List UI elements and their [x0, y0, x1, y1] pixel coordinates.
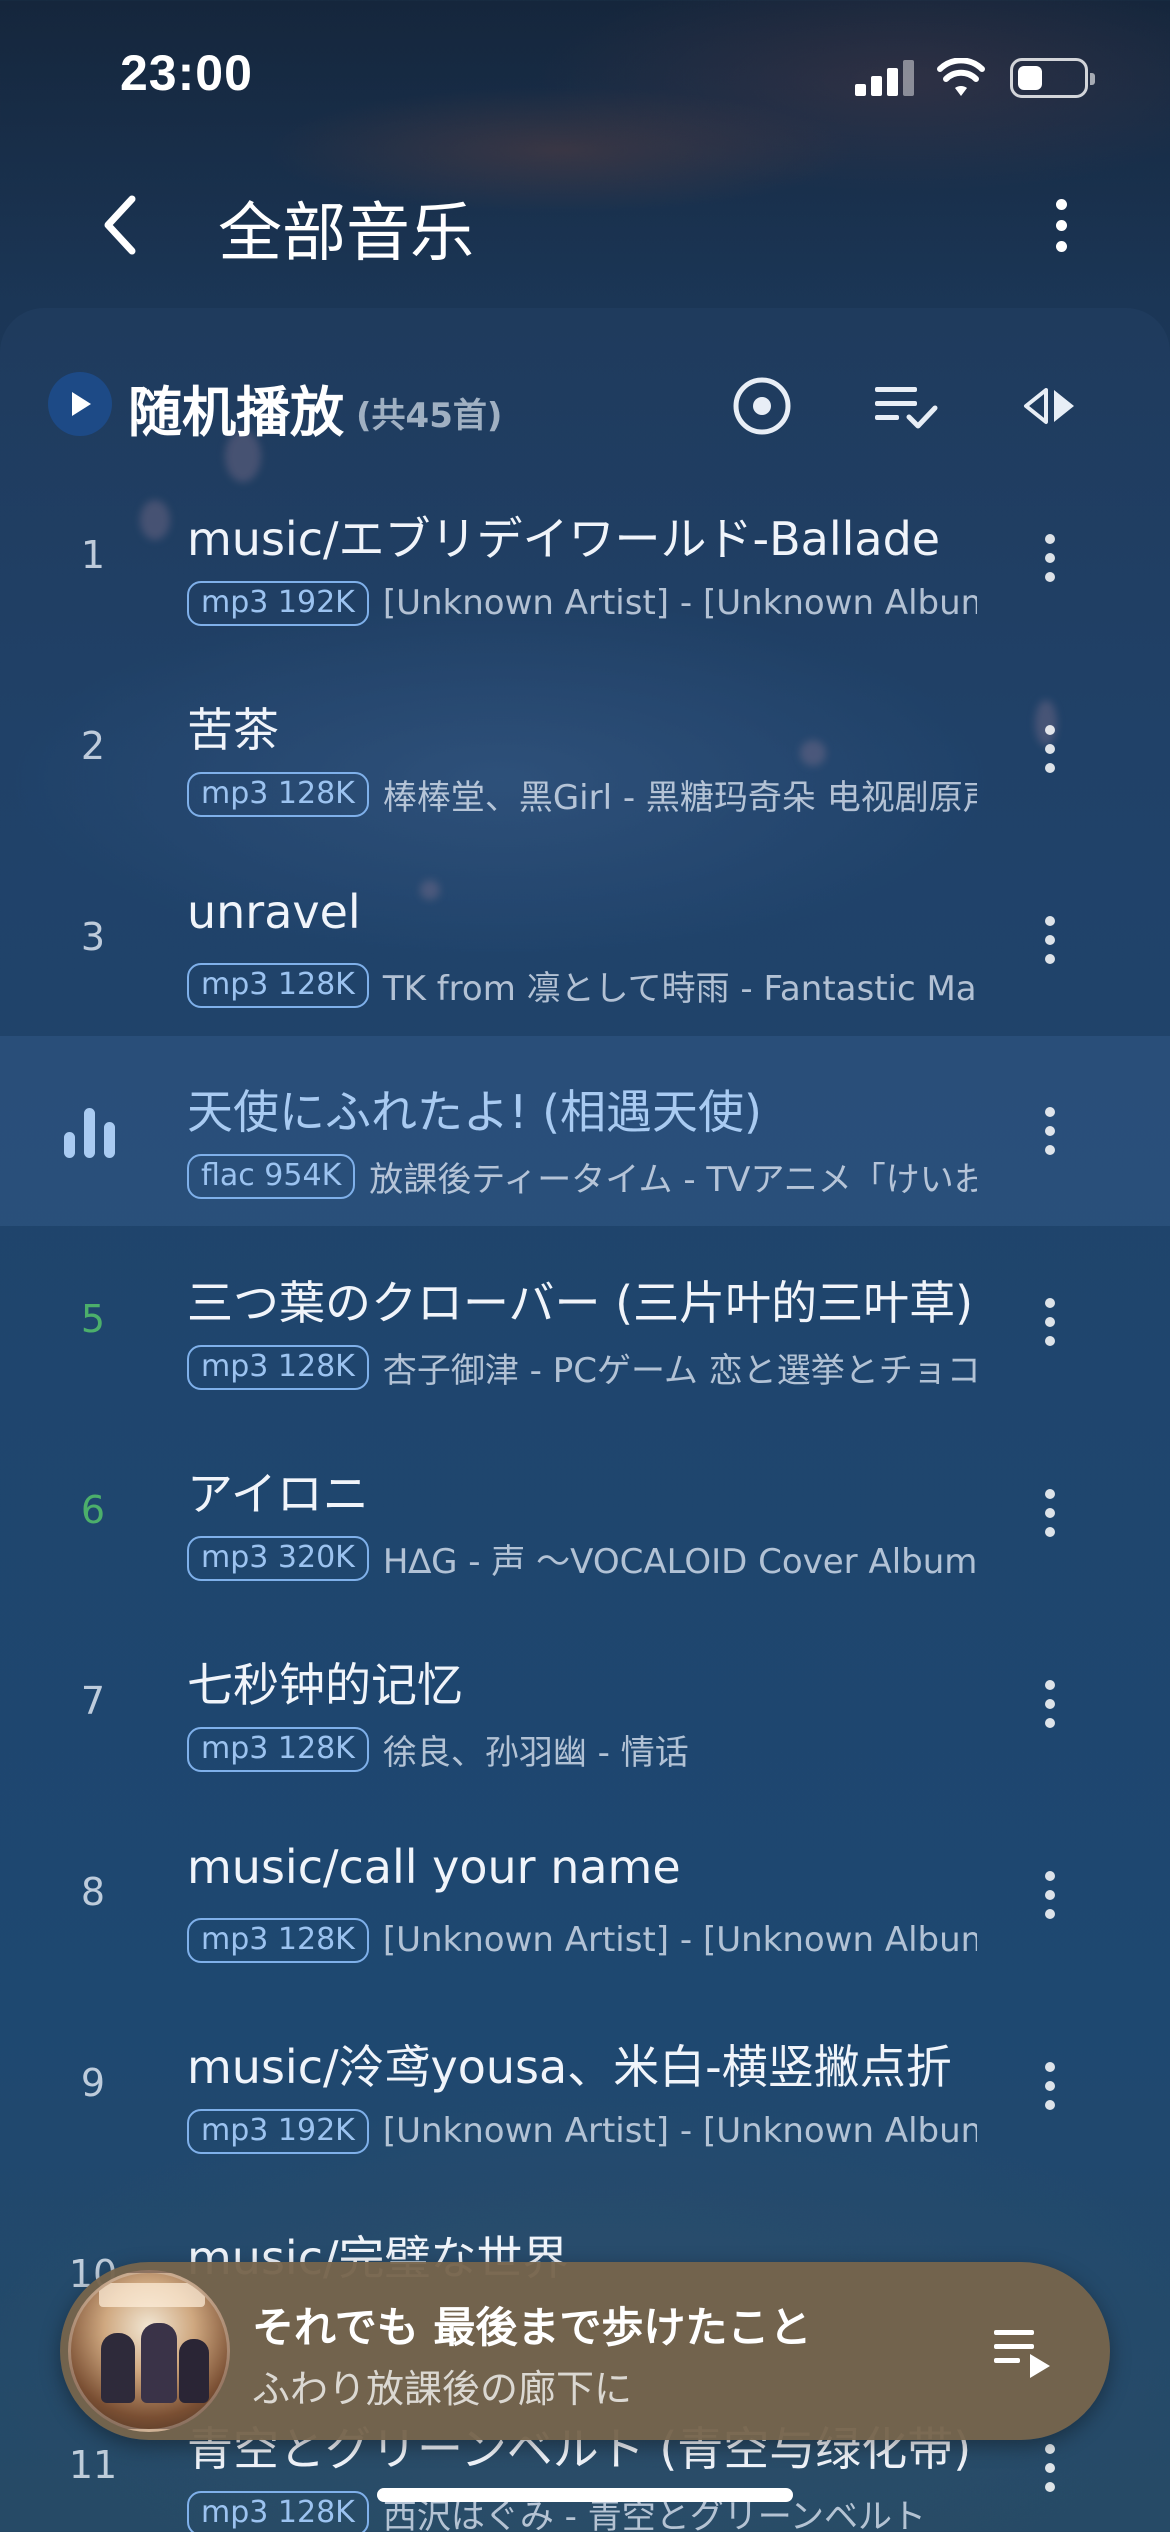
song-title: 七秒钟的记忆 [187, 1658, 463, 1712]
song-row-now-playing[interactable]: 天使にふれたよ! (相遇天使) flac 954K 放課後ティータイム - TVア… [0, 1036, 1170, 1226]
list-check-icon [875, 387, 938, 429]
format-badge: mp3 192K [187, 580, 369, 626]
song-row[interactable]: 2 苦茶 mp3 128K 棒棒堂、黑Girl - 黑糖玛奇朵 电视剧原声带 [0, 654, 1170, 844]
song-more-button[interactable] [1030, 1860, 1070, 1930]
song-more-button[interactable] [1030, 905, 1070, 975]
track-number: 7 [80, 1679, 106, 1723]
shuffle-play-button[interactable] [48, 372, 112, 436]
song-more-button[interactable] [1030, 1669, 1070, 1739]
artist-album: 杏子御津 - PCゲーム 恋と選挙とチョコレート [382, 1350, 977, 1391]
now-playing-next-lyric: ふわり放課後の廊下に [252, 2367, 633, 2411]
song-more-button[interactable] [1030, 1096, 1070, 1166]
now-playing-equalizer-icon [62, 1104, 118, 1158]
song-title: music/エブリデイワールド-Ballade [187, 512, 941, 566]
multi-select-button[interactable] [870, 370, 942, 442]
song-title: 三つ葉のクローバー (三片叶的三叶草) [187, 1276, 974, 1330]
song-row[interactable]: 5 三つ葉のクローバー (三片叶的三叶草) mp3 128K 杏子御津 - PCゲ… [0, 1227, 1170, 1417]
song-row[interactable]: 7 七秒钟的记忆 mp3 128K 徐良、孙羽幽 - 情话 [0, 1609, 1170, 1799]
song-title: music/call your name [187, 1840, 681, 1894]
song-title: unravel [187, 885, 361, 939]
signal-icon [855, 60, 915, 96]
song-title: アイロニ [187, 1467, 369, 1521]
chevron-left-icon [104, 195, 136, 255]
album-art[interactable] [68, 2270, 230, 2432]
track-number: 11 [68, 2443, 118, 2487]
wifi-icon [937, 58, 985, 96]
song-title: music/泠鸢yousa、米白-横竖撇点折 [187, 2040, 952, 2094]
song-row[interactable]: 6 アイロニ mp3 320K H∆G - 声 ～VOCALOID Cover A… [0, 1418, 1170, 1608]
home-indicator[interactable] [377, 2488, 793, 2502]
format-badge: mp3 128K [187, 771, 369, 817]
track-number: 1 [80, 533, 106, 577]
song-title: 天使にふれたよ! (相遇天使) [187, 1085, 762, 1139]
battery-icon [1010, 58, 1095, 98]
shuffle-play-label[interactable]: 随机播放 [128, 368, 344, 447]
artist-album: [Unknown Artist] - [Unknown Album] [382, 1920, 977, 1960]
format-badge: mp3 128K [187, 962, 369, 1008]
sort-button[interactable] [1014, 370, 1086, 442]
artist-album: TK from 凛として時雨 - Fantastic Magic [382, 968, 977, 1009]
song-row[interactable]: 9 music/泠鸢yousa、米白-横竖撇点折 mp3 192K [Unknow… [0, 1991, 1170, 2181]
format-badge: mp3 320K [187, 1535, 369, 1581]
more-options-button[interactable] [1040, 185, 1082, 265]
format-badge: mp3 128K [187, 1917, 369, 1963]
artist-album: 放課後ティータイム - TVアニメ「けいおん!!」 [369, 1159, 977, 1200]
song-row[interactable]: 3 unravel mp3 128K TK from 凛として時雨 - Fanta… [0, 845, 1170, 1035]
artist-album: [Unknown Artist] - [Unknown Album] [382, 583, 977, 623]
mini-player[interactable]: それでも 最後まで歩けたこと ふわり放課後の廊下に [60, 2262, 1110, 2440]
song-more-button[interactable] [1030, 2433, 1070, 2503]
artist-album: H∆G - 声 ～VOCALOID Cover Album～ [382, 1541, 977, 1582]
song-more-button[interactable] [1030, 714, 1070, 784]
page-title: 全部音乐 [218, 197, 474, 271]
song-more-button[interactable] [1030, 1287, 1070, 1357]
track-number: 6 [80, 1488, 106, 1532]
artist-album: [Unknown Artist] - [Unknown Album] [382, 2111, 977, 2151]
artist-album: 徐良、孙羽幽 - 情话 [382, 1732, 689, 1773]
track-number: 2 [80, 724, 106, 768]
song-more-button[interactable] [1030, 523, 1070, 593]
format-badge: mp3 128K [187, 2490, 369, 2532]
song-title: 苦茶 [187, 703, 279, 757]
track-number: 9 [80, 2061, 106, 2105]
status-bar: 23:00 [0, 0, 1170, 150]
list-toolbar: 随机播放 (共45首) [0, 330, 1170, 480]
code-arrows-icon [1024, 388, 1074, 424]
header: 全部音乐 [0, 160, 1170, 290]
now-playing-lyric: それでも 最後まで歩けたこと [252, 2303, 812, 2352]
song-more-button[interactable] [1030, 2051, 1070, 2121]
format-badge: mp3 192K [187, 2108, 369, 2154]
format-badge: mp3 128K [187, 1344, 369, 1390]
song-row[interactable]: 8 music/call your name mp3 128K [Unknown … [0, 1800, 1170, 1990]
format-badge: mp3 128K [187, 1726, 369, 1772]
artist-album: 棒棒堂、黑Girl - 黑糖玛奇朵 电视剧原声带 [382, 777, 977, 818]
song-more-button[interactable] [1030, 1478, 1070, 1548]
back-button[interactable] [90, 185, 150, 265]
track-number: 3 [80, 915, 106, 959]
locate-target-icon [733, 377, 791, 435]
play-icon [72, 392, 91, 416]
playlist-button[interactable] [980, 2310, 1064, 2394]
queue-music-icon [994, 2330, 1050, 2378]
track-number: 5 [80, 1297, 106, 1341]
song-row[interactable]: 1 music/エブリデイワールド-Ballade mp3 192K [Unkno… [0, 463, 1170, 653]
status-time: 23:00 [120, 45, 253, 101]
format-badge: flac 954K [187, 1153, 356, 1199]
song-count: (共45首) [356, 396, 503, 436]
track-number: 8 [80, 1870, 106, 1914]
locate-current-button[interactable] [726, 370, 798, 442]
